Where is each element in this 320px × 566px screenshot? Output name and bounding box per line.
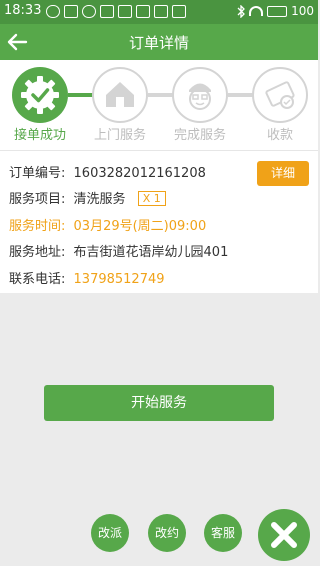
service-name: 清洗服务	[73, 192, 126, 207]
wifi-icon	[249, 6, 264, 16]
phone-number[interactable]: 13798512749	[74, 272, 165, 287]
order-progress: 接单成功 上门服务 完成服务 收款	[0, 60, 318, 150]
progress-line	[228, 93, 254, 97]
battery-icon	[267, 5, 288, 17]
service-row: 服务项目: 清洗服务 X 1	[9, 188, 166, 208]
service-time: 03月29号(周二)09:00	[73, 219, 207, 234]
quantity-badge: X 1	[137, 191, 166, 206]
reassign-button[interactable]: 改派	[91, 514, 129, 552]
page-title: 订单详情	[128, 34, 189, 52]
usb-icon	[64, 5, 78, 18]
battery-percent: 100	[291, 4, 314, 18]
step-label: 收款	[266, 128, 293, 143]
check-gear-icon	[21, 76, 59, 114]
start-service-button[interactable]: 开始服务	[44, 385, 274, 421]
service-time-row: 服务时间: 03月29号(周二)09:00	[9, 215, 206, 235]
address-row: 服务地址: 布吉街道花语岸幼儿园401	[9, 241, 228, 261]
image-icon	[118, 5, 132, 18]
close-button[interactable]	[258, 509, 310, 561]
progress-line	[148, 93, 174, 97]
bluetooth-icon	[237, 4, 246, 18]
mail-icon	[136, 5, 150, 18]
step-label: 完成服务	[173, 128, 226, 143]
house-icon	[106, 82, 134, 107]
address-label: 服务地址:	[9, 245, 66, 260]
worker-face-icon	[189, 83, 211, 110]
detail-button[interactable]: 详细	[257, 161, 309, 186]
customer-service-button[interactable]: 客服	[204, 514, 242, 552]
notification-icons	[46, 5, 186, 18]
infinity-icon	[46, 5, 60, 18]
download-icon	[172, 5, 186, 18]
step-label: 接单成功	[13, 128, 66, 143]
sim-icon	[154, 5, 168, 18]
step-accepted	[12, 67, 68, 123]
phone-row: 联系电话: 13798512749	[9, 268, 165, 288]
service-time-label: 服务时间:	[9, 219, 66, 234]
order-number-label: 订单编号:	[9, 166, 66, 181]
system-icons: 100	[237, 4, 314, 18]
order-info-card: 订单编号: 1603282012161208 详细 服务项目: 清洗服务 X 1…	[0, 150, 318, 293]
step-label: 上门服务	[93, 128, 146, 143]
phone-label: 联系电话:	[9, 272, 66, 287]
order-number-row: 订单编号: 1603282012161208	[9, 162, 206, 182]
money-icon	[265, 81, 295, 109]
status-bar: 18:33 100	[0, 0, 318, 24]
order-number: 1603282012161208	[73, 166, 206, 181]
progress-line	[68, 93, 94, 97]
step-payment	[252, 67, 308, 123]
service-address: 布吉街道花语岸幼儿园401	[73, 245, 229, 260]
step-completed	[172, 67, 228, 123]
close-icon	[271, 522, 297, 548]
status-time: 18:33	[4, 3, 42, 18]
camera-icon	[100, 5, 114, 18]
step-onsite	[92, 67, 148, 123]
reschedule-button[interactable]: 改约	[148, 514, 186, 552]
title-bar: 订单详情	[0, 24, 318, 60]
service-label: 服务项目:	[9, 192, 66, 207]
sync-icon	[82, 5, 96, 18]
